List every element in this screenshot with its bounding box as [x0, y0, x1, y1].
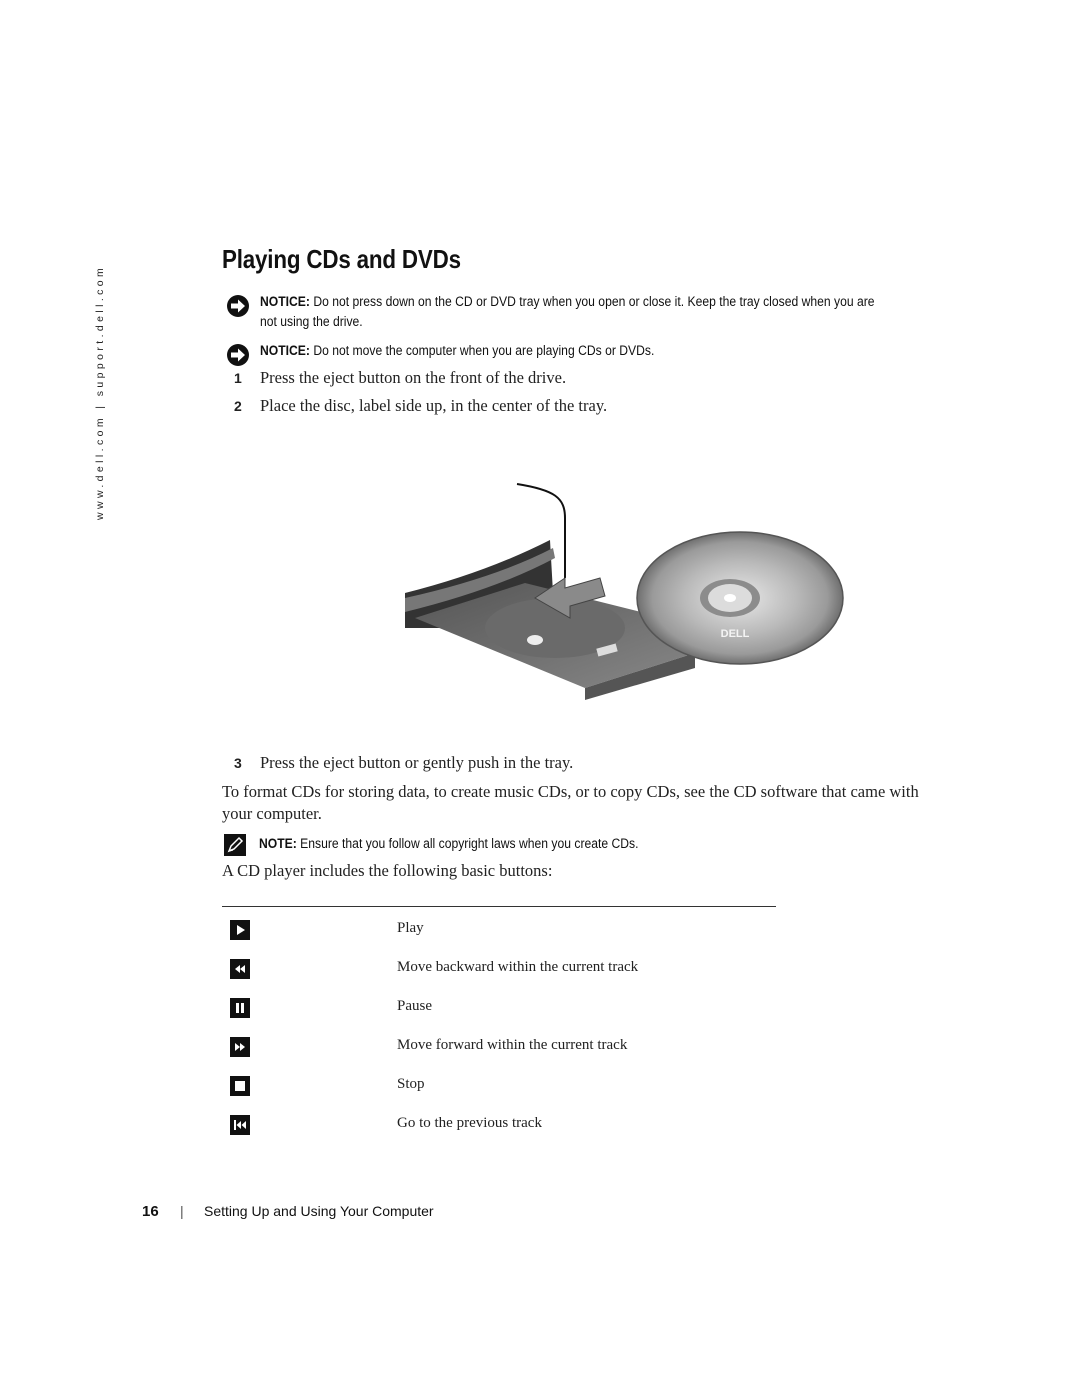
- note-text: Ensure that you follow all copyright law…: [296, 836, 639, 851]
- disc-logo: DELL: [721, 628, 750, 640]
- play-icon: [230, 920, 250, 940]
- note-pencil-icon: [224, 834, 246, 856]
- rewind-icon: [230, 959, 250, 979]
- buttons-intro: A CD player includes the following basic…: [222, 861, 553, 880]
- previous-track-icon: [230, 1115, 250, 1135]
- footer-separator: |: [180, 1203, 184, 1219]
- notice-label: NOTICE:: [260, 343, 310, 358]
- notice-text: Do not move the computer when you are pl…: [309, 343, 655, 358]
- footer-section: Setting Up and Using Your Computer: [204, 1203, 434, 1219]
- notice-text: Do not press down on the CD or DVD tray …: [260, 294, 875, 329]
- step-text: Press the eject button or gently push in…: [260, 753, 574, 772]
- fast-forward-icon: [230, 1037, 250, 1057]
- stop-icon: [230, 1076, 250, 1096]
- page-number: 16: [142, 1203, 159, 1220]
- page-title: Playing CDs and DVDs: [222, 244, 461, 274]
- sidebar-url: www.dell.com | support.dell.com: [94, 264, 106, 520]
- table-rule: [222, 906, 776, 907]
- step-number: 3: [234, 755, 242, 771]
- notice-arrow-icon: [226, 294, 250, 318]
- button-label: Pause: [397, 998, 432, 1014]
- step-number: 2: [234, 398, 242, 414]
- format-paragraph: To format CDs for storing data, to creat…: [222, 782, 919, 823]
- button-label: Play: [397, 920, 424, 936]
- notice-arrow-icon: [226, 343, 250, 367]
- step-text: Press the eject button on the front of t…: [260, 368, 567, 387]
- notice-label: NOTICE:: [260, 294, 310, 309]
- button-label: Move backward within the current track: [397, 959, 639, 975]
- pause-icon: [230, 998, 250, 1018]
- button-label: Go to the previous track: [397, 1115, 542, 1131]
- step-text: Place the disc, label side up, in the ce…: [260, 396, 608, 415]
- button-label: Stop: [397, 1076, 425, 1092]
- cd-tray-illustration: DELL: [405, 478, 845, 700]
- step-number: 1: [234, 370, 242, 386]
- button-label: Move forward within the current track: [397, 1037, 628, 1053]
- note-label: NOTE:: [259, 836, 297, 851]
